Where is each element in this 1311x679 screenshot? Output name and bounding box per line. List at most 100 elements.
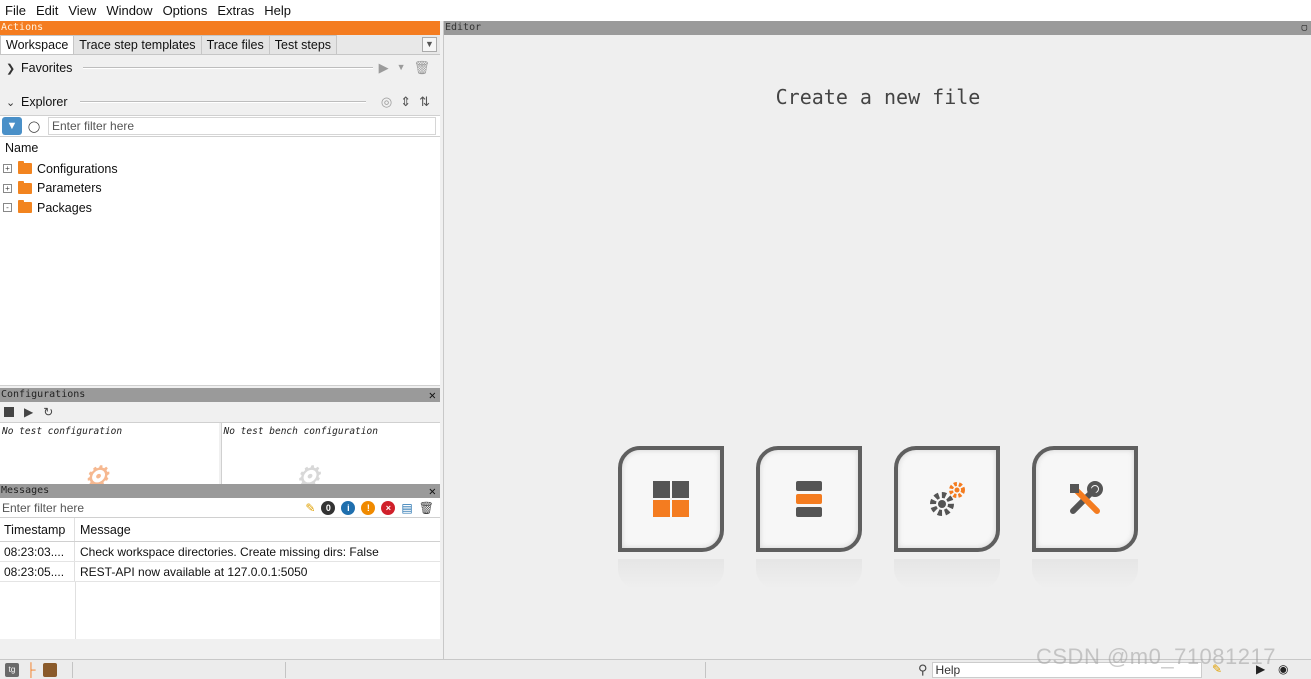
grid-package-icon xyxy=(653,481,689,517)
messages-toolbar: ✎ 0 i ! × ▤ 🗑 xyxy=(305,500,440,515)
editor-panel: Editor ▢ Create a new file xyxy=(443,21,1311,659)
table-header: Timestamp Message xyxy=(0,518,440,542)
filter-options-button[interactable]: ◯ xyxy=(24,117,44,135)
error-filter-icon[interactable]: × xyxy=(381,500,396,515)
debug-filter-icon[interactable]: 0 xyxy=(321,500,336,515)
section-divider xyxy=(80,101,366,103)
tree-item-parameters[interactable]: + Parameters xyxy=(0,179,440,199)
configurations-title-text: Configurations xyxy=(1,389,86,400)
collapse-icon[interactable]: - xyxy=(3,203,12,213)
explorer-filter-input[interactable]: Enter filter here xyxy=(48,117,436,135)
new-configuration-tile[interactable] xyxy=(894,446,1000,552)
warning-filter-icon[interactable]: ! xyxy=(361,500,376,515)
explorer-tree: Name + Configurations + Parameters - Pac… xyxy=(0,137,440,386)
new-project-tile[interactable] xyxy=(756,446,862,552)
messages-title-text: Messages xyxy=(1,485,50,496)
trash-icon[interactable]: 🗑 xyxy=(419,501,434,515)
close-icon[interactable]: ✕ xyxy=(429,388,436,402)
messages-filter-input[interactable]: Enter filter here xyxy=(0,501,305,515)
tab-trace-files[interactable]: Trace files xyxy=(200,35,270,54)
tile-reflection xyxy=(756,559,862,589)
status-device-icon[interactable] xyxy=(43,662,57,677)
table-row[interactable]: 08:23:05.... REST-API now available at 1… xyxy=(0,562,440,582)
tree-item-label: Configurations xyxy=(37,161,118,176)
chevron-right-icon: ❯ xyxy=(6,62,16,75)
trash-icon[interactable]: 🗑 xyxy=(413,60,430,76)
dropdown-arrow-icon[interactable]: ▼ xyxy=(397,60,406,76)
configurations-content: No test configuration ⚙ No test bench co… xyxy=(0,422,440,484)
menu-extras[interactable]: Extras xyxy=(212,0,259,21)
favorites-section[interactable]: ❯ Favorites ▶ ▼ 🗑 xyxy=(0,55,440,81)
explorer-section[interactable]: ⌄ Explorer ◎ ⇕ ⇅ xyxy=(0,89,440,115)
locate-icon[interactable]: ◎ xyxy=(381,94,392,110)
menu-options[interactable]: Options xyxy=(158,0,213,21)
column-header-timestamp[interactable]: Timestamp xyxy=(0,518,75,541)
edit-icon[interactable]: ✎ xyxy=(305,501,315,515)
chevron-down-icon: ⌄ xyxy=(6,96,16,109)
menu-view[interactable]: View xyxy=(63,0,101,21)
details-icon[interactable]: ▤ xyxy=(401,501,412,515)
messages-filter-row: Enter filter here ✎ 0 i ! × ▤ 🗑 xyxy=(0,498,440,518)
status-tree-icon[interactable]: ├ xyxy=(24,662,38,677)
stop-icon[interactable] xyxy=(4,407,14,417)
timestamp-cell: 08:23:05.... xyxy=(0,562,75,581)
tree-column-header[interactable]: Name xyxy=(0,137,440,159)
record-icon[interactable]: ◉ xyxy=(1278,662,1288,676)
test-bench-configuration-pane[interactable]: No test bench configuration ⚙ xyxy=(220,423,440,484)
tree-item-configurations[interactable]: + Configurations xyxy=(0,159,440,179)
explorer-filter-row: ▼ ◯ Enter filter here xyxy=(0,115,440,137)
actions-panel-title: Actions xyxy=(0,21,440,35)
play-icon[interactable]: ▶ xyxy=(379,60,389,76)
close-icon[interactable]: ✕ xyxy=(429,484,436,498)
tabs-dropdown-button[interactable]: ▼ xyxy=(422,37,437,52)
editor-panel-title: Editor ▢ xyxy=(444,21,1311,35)
favorites-toolbar: ▶ ▼ 🗑 xyxy=(379,60,430,76)
gear-icon: ⚙ xyxy=(296,455,319,484)
create-new-file-heading: Create a new file xyxy=(775,85,981,109)
test-bench-configuration-text: No test bench configuration xyxy=(223,426,378,437)
status-separator xyxy=(285,662,286,678)
refresh-icon[interactable]: ↻ xyxy=(43,405,53,419)
tools-icon xyxy=(1070,481,1103,514)
tile-reflection xyxy=(894,559,1000,589)
folder-icon xyxy=(18,161,32,175)
explorer-label: Explorer xyxy=(21,95,68,109)
actions-tabs: Workspace Trace step templates Trace fil… xyxy=(0,35,440,55)
tab-test-steps[interactable]: Test steps xyxy=(268,35,338,54)
explorer-toolbar: ◎ ⇕ ⇅ xyxy=(381,94,430,110)
new-package-tile[interactable] xyxy=(618,446,724,552)
menu-file[interactable]: File xyxy=(0,0,31,21)
folder-open-icon xyxy=(18,200,32,214)
play-icon[interactable]: ▶ xyxy=(24,405,33,419)
tab-trace-step-templates[interactable]: Trace step templates xyxy=(73,35,202,54)
info-filter-icon[interactable]: i xyxy=(341,500,356,515)
filter-funnel-button[interactable]: ▼ xyxy=(2,117,22,135)
tree-item-packages[interactable]: - Packages xyxy=(0,198,440,218)
collapse-all-icon[interactable]: ⇅ xyxy=(419,94,430,110)
messages-panel-title: Messages ✕ xyxy=(0,484,440,498)
table-row[interactable]: 08:23:03.... Check workspace directories… xyxy=(0,542,440,562)
menu-window[interactable]: Window xyxy=(101,0,157,21)
column-header-message[interactable]: Message xyxy=(75,518,131,541)
search-icon: ⚲ xyxy=(918,662,928,677)
menu-edit[interactable]: Edit xyxy=(31,0,63,21)
expand-icon[interactable]: + xyxy=(3,183,12,193)
expand-icon[interactable]: + xyxy=(3,164,12,174)
status-separator xyxy=(72,662,73,678)
status-separator xyxy=(705,662,706,678)
tab-workspace[interactable]: Workspace xyxy=(0,35,75,54)
test-configuration-pane[interactable]: No test configuration ⚙ xyxy=(0,423,219,484)
column-divider xyxy=(75,582,76,639)
tree-item-label: Packages xyxy=(37,200,92,215)
menu-help[interactable]: Help xyxy=(259,0,296,21)
expand-all-icon[interactable]: ⇕ xyxy=(400,94,411,110)
status-tg-icon[interactable]: tg xyxy=(5,662,19,677)
tile-reflection xyxy=(618,559,724,589)
folder-icon xyxy=(18,180,32,194)
tools-tile[interactable] xyxy=(1032,446,1138,552)
maximize-icon[interactable]: ▢ xyxy=(1302,21,1307,35)
timestamp-cell: 08:23:03.... xyxy=(0,542,75,561)
menubar: File Edit View Window Options Extras Hel… xyxy=(0,0,1311,21)
gear-icon: ⚙ xyxy=(85,455,107,484)
left-dock: Actions Workspace Trace step templates T… xyxy=(0,21,440,659)
